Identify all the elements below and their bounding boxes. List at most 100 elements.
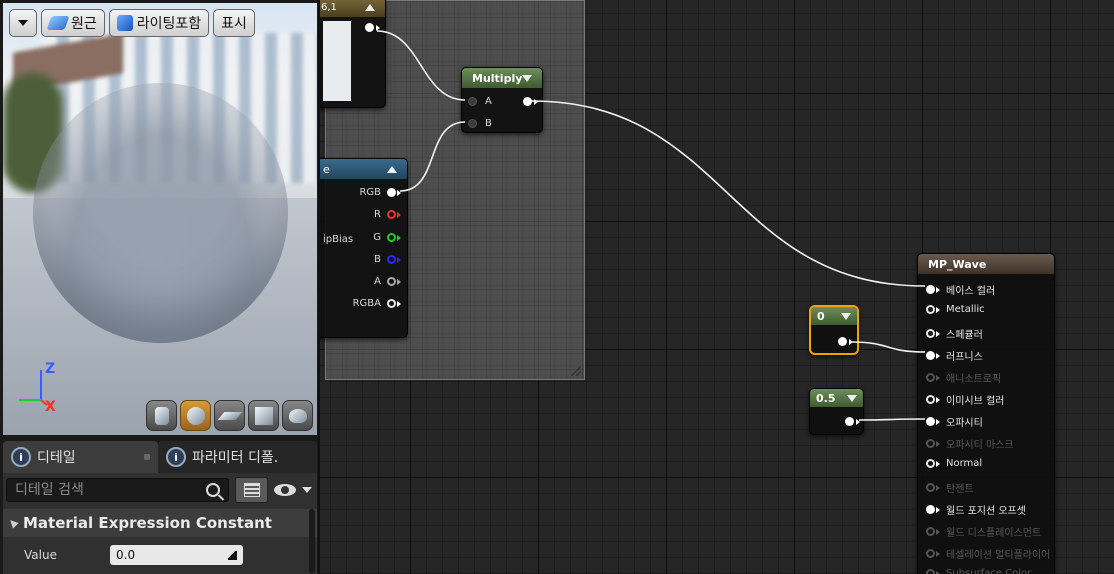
color-preview-swatch	[323, 21, 351, 101]
output-pin[interactable]	[838, 337, 847, 346]
property-value-field[interactable]	[110, 545, 243, 565]
material-input-row[interactable]: 이미시브 컬러	[926, 392, 1004, 407]
category-title: Material Expression Constant	[23, 514, 272, 532]
drag-handle-icon[interactable]	[228, 550, 237, 560]
tab-parameter-defaults[interactable]: i 파라미터 디폴.	[158, 441, 317, 473]
panel-tab-bar: i 디테일 i 파라미터 디폴.	[3, 441, 317, 473]
viewport-options-button[interactable]	[9, 9, 37, 37]
collapse-icon[interactable]	[365, 3, 375, 11]
material-input-pin[interactable]	[926, 483, 935, 492]
details-search-box[interactable]	[6, 478, 229, 502]
output-pin-a[interactable]	[387, 277, 396, 286]
input-pin-a-row[interactable]: A	[468, 96, 492, 107]
material-input-row[interactable]: 오파시티 마스크	[926, 436, 1014, 451]
material-input-row[interactable]: Normal	[926, 458, 982, 469]
material-input-pin[interactable]	[926, 351, 935, 360]
pin-label: ipBias	[323, 234, 354, 245]
expand-arrow-icon[interactable]	[7, 517, 19, 529]
tab-close-icon[interactable]	[144, 454, 150, 460]
material-input-pin[interactable]	[926, 395, 935, 404]
plane-shape-button[interactable]	[214, 400, 245, 431]
collapse-icon[interactable]	[847, 394, 857, 402]
material-input-row[interactable]: 월드 포지션 오프셋	[926, 502, 1026, 517]
output-pin[interactable]	[845, 417, 854, 426]
material-input-pin[interactable]	[926, 505, 935, 514]
details-panel: Material Expression Constant Value	[3, 473, 317, 574]
constant-half-node[interactable]: 0.5	[809, 388, 864, 435]
connection-wire[interactable]	[858, 418, 926, 421]
input-pin-b[interactable]	[468, 119, 477, 128]
material-input-row[interactable]: 테셀레이션 멀티플라이어	[926, 546, 1050, 561]
texture-sample-node[interactable]: e ipBias RGB R G B A RGBA	[316, 158, 408, 338]
cylinder-icon	[154, 406, 169, 425]
material-input-row[interactable]: 스페큘러	[926, 326, 983, 341]
property-value-input[interactable]	[116, 548, 216, 562]
material-input-pin[interactable]	[926, 459, 935, 468]
material-input-pin[interactable]	[926, 439, 935, 448]
material-input-pin[interactable]	[926, 305, 935, 314]
material-result-node[interactable]: MP_Wave 베이스 컬러 Metallic 스페큘러 러프니스 애니소트로픽 이미시브…	[917, 253, 1055, 574]
lighting-button[interactable]: 라이팅포함	[108, 9, 210, 37]
collapse-icon[interactable]	[522, 74, 533, 82]
multiply-node[interactable]: Multiply A B	[461, 67, 543, 133]
output-pin-rgba[interactable]	[387, 299, 396, 308]
details-search-input[interactable]	[15, 482, 195, 498]
material-graph-canvas[interactable]: 6,1 Multiply A B e ipBias RGB R G B A RG…	[316, 0, 1114, 574]
eye-icon[interactable]	[274, 484, 297, 496]
output-pin-r[interactable]	[387, 210, 396, 219]
material-input-pin[interactable]	[926, 373, 935, 382]
constant-zero-node[interactable]: 0	[809, 305, 859, 355]
search-icon[interactable]	[205, 483, 220, 497]
output-rgba-row[interactable]: RGBA	[353, 298, 401, 309]
details-scrollbar[interactable]	[309, 509, 315, 574]
output-pin-g[interactable]	[387, 233, 396, 242]
material-input-row[interactable]: 탄젠트	[926, 480, 974, 495]
output-pin-b[interactable]	[387, 255, 396, 264]
material-input-row[interactable]: 오파시티	[926, 414, 983, 429]
material-input-row[interactable]: 월드 디스플레이스먼트	[926, 524, 1041, 539]
material-input-row[interactable]: Subsurface Color	[926, 568, 1031, 574]
property-matrix-button[interactable]	[234, 477, 269, 503]
material-input-row[interactable]: 베이스 컬러	[926, 282, 995, 297]
output-a-row[interactable]: A	[374, 276, 401, 287]
pin-arrow-icon	[397, 211, 401, 218]
material-input-pin[interactable]	[926, 549, 935, 558]
pin-arrow-icon	[936, 570, 940, 574]
collapse-icon[interactable]	[387, 165, 397, 173]
pin-arrow-icon	[936, 460, 940, 467]
material-input-row[interactable]: 애니소트로픽	[926, 370, 1001, 385]
output-r-row[interactable]: R	[374, 209, 401, 220]
material-input-row[interactable]: 러프니스	[926, 348, 983, 363]
cube-shape-button[interactable]	[248, 400, 279, 431]
material-input-row[interactable]: Metallic	[926, 304, 985, 315]
output-pin[interactable]	[365, 23, 374, 32]
perspective-button[interactable]: 원근	[41, 9, 105, 37]
connection-wire[interactable]	[850, 341, 926, 353]
output-g-row[interactable]: G	[373, 232, 401, 243]
output-b-row[interactable]: B	[374, 254, 401, 265]
output-rgb-row[interactable]: RGB	[359, 187, 401, 198]
material-input-pin[interactable]	[926, 329, 935, 338]
sphere-shape-button[interactable]	[180, 400, 211, 431]
details-search-row	[6, 477, 313, 503]
partial-constant-node[interactable]: 6,1	[316, 0, 386, 108]
output-pin-rgb[interactable]	[387, 188, 396, 197]
collapse-icon[interactable]	[841, 312, 851, 320]
input-pin-a[interactable]	[468, 97, 477, 106]
material-input-pin[interactable]	[926, 285, 935, 294]
chevron-down-icon[interactable]	[302, 487, 313, 493]
connection-wire[interactable]	[530, 100, 926, 287]
pin-arrow-icon	[397, 278, 401, 285]
material-input-pin[interactable]	[926, 527, 935, 536]
material-input-pin[interactable]	[926, 569, 935, 574]
resize-grip-icon[interactable]	[571, 366, 581, 376]
category-header[interactable]: Material Expression Constant	[3, 509, 317, 537]
input-pin-b-row[interactable]: B	[468, 118, 492, 129]
output-pin[interactable]	[523, 97, 532, 106]
show-button[interactable]: 표시	[213, 9, 255, 37]
preview-viewport[interactable]: 원근 라이팅포함 표시 Z X	[3, 3, 317, 435]
material-input-pin[interactable]	[926, 417, 935, 426]
tab-details[interactable]: i 디테일	[3, 441, 158, 473]
teapot-shape-button[interactable]	[282, 400, 313, 431]
cylinder-shape-button[interactable]	[146, 400, 177, 431]
